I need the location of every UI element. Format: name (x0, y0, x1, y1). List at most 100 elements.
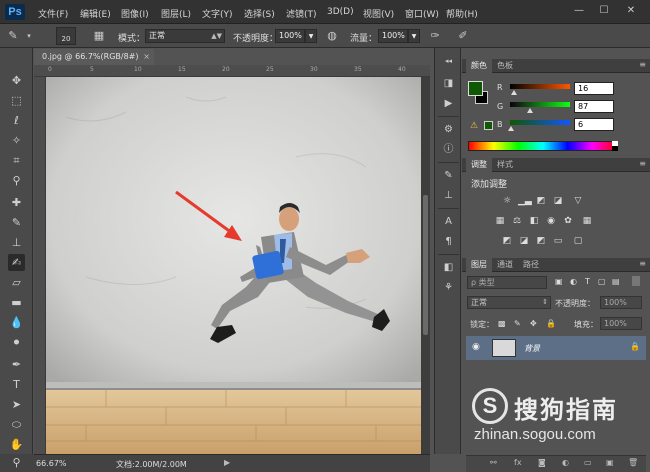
path-selection-tool-icon[interactable]: ➤ (8, 396, 25, 413)
color-lookup-icon[interactable]: ▦ (581, 216, 593, 227)
channel-r-input[interactable]: 16 (574, 82, 614, 95)
layer-filter-select[interactable]: ρ 类型 (467, 276, 547, 289)
dropdown-arrow-icon[interactable]: ▾ (22, 29, 36, 43)
brush-tool-icon[interactable]: ✎ (8, 214, 25, 231)
channel-r-knob[interactable] (510, 90, 517, 95)
menu-filter[interactable]: 滤镜(T) (286, 7, 317, 20)
pressure-size-icon[interactable]: ✐ (456, 29, 470, 43)
layer-opacity-input[interactable]: 100% (600, 296, 642, 309)
channel-g-slider[interactable] (510, 102, 570, 107)
zoom-tool-icon[interactable]: ⚲ (8, 454, 25, 471)
menu-view[interactable]: 视图(V) (363, 7, 394, 20)
selective-color-icon[interactable]: ▢ (572, 236, 584, 247)
lock-position-icon[interactable]: ✥ (530, 319, 537, 328)
opacity-dropdown[interactable]: ▼ (305, 29, 317, 43)
channel-b-slider[interactable] (510, 120, 570, 125)
flow-dropdown[interactable]: ▼ (408, 29, 420, 43)
eyedropper-tool-icon[interactable]: ⚲ (8, 172, 25, 189)
type-tool-icon[interactable]: T (8, 376, 25, 393)
brightness-contrast-icon[interactable]: ☼ (501, 196, 513, 207)
exposure-icon[interactable]: ◪ (552, 196, 564, 207)
menu-help[interactable]: 帮助(H) (446, 7, 478, 20)
zoom-level[interactable]: 66.67% (36, 459, 67, 468)
marquee-tool-icon[interactable]: ⬚ (8, 92, 25, 109)
link-layers-icon[interactable]: ⚯ (490, 458, 497, 467)
posterize-icon[interactable]: ◪ (518, 236, 530, 247)
levels-icon[interactable]: ▁▃ (518, 196, 532, 207)
gradient-map-icon[interactable]: ▭ (552, 236, 564, 247)
canvas[interactable] (46, 77, 430, 454)
tab-adjustments[interactable]: 调整 (466, 158, 492, 172)
brush-preset-icon[interactable]: ✎ (6, 29, 20, 43)
actions-panel-icon[interactable]: ▶ (441, 96, 456, 111)
menu-select[interactable]: 选择(S) (244, 7, 275, 20)
layer-name[interactable]: 背景 (524, 343, 540, 354)
channel-b-knob[interactable] (508, 126, 515, 131)
menu-image[interactable]: 图像(I) (121, 7, 149, 20)
new-adjustment-layer-icon[interactable]: ◐ (562, 458, 569, 467)
document-tab[interactable]: 0.jpg @ 66.7%(RGB/8#) × (34, 49, 154, 65)
color-balance-icon[interactable]: ⚖ (511, 216, 523, 227)
eraser-tool-icon[interactable]: ▱ (8, 274, 25, 291)
vibrance-icon[interactable]: ▽ (572, 196, 584, 207)
black-white-icon[interactable]: ◧ (528, 216, 540, 227)
panel-menu-icon[interactable]: ≡ (639, 259, 646, 268)
filter-type-icon[interactable]: T (585, 277, 590, 286)
lasso-tool-icon[interactable]: ℓ (8, 112, 25, 129)
menu-edit[interactable]: 编辑(E) (80, 7, 111, 20)
info-panel-icon[interactable]: ⚙ (441, 122, 456, 137)
tab-styles[interactable]: 样式 (492, 158, 518, 172)
hue-saturation-icon[interactable]: ▦ (494, 216, 506, 227)
photo-filter-icon[interactable]: ◉ (545, 216, 557, 227)
delete-layer-icon[interactable]: 🗑 (628, 458, 638, 467)
pressure-opacity-icon[interactable]: ◍ (325, 29, 339, 43)
fill-input[interactable]: 100% (600, 317, 642, 330)
character-panel-icon[interactable]: A (441, 214, 456, 229)
add-mask-icon[interactable]: ◙ (538, 458, 546, 467)
paths-panel-icon[interactable]: ⚘ (441, 280, 456, 295)
menu-file[interactable]: 文件(F) (38, 7, 68, 20)
channel-g-input[interactable]: 87 (574, 100, 614, 113)
foreground-color-swatch[interactable] (468, 81, 483, 96)
close-tab-icon[interactable]: × (143, 49, 150, 65)
menu-layer[interactable]: 图层(L) (161, 7, 191, 20)
tab-paths[interactable]: 路径 (518, 258, 544, 272)
mode-select[interactable]: 正常 ▲▼ (145, 29, 225, 43)
channel-mixer-icon[interactable]: ✿ (562, 216, 574, 227)
gradient-tool-icon[interactable]: ▬ (8, 294, 25, 311)
menu-3d[interactable]: 3D(D) (327, 7, 354, 17)
color-spectrum-bar[interactable] (468, 141, 618, 151)
properties-panel-icon[interactable]: ⓘ (441, 142, 456, 157)
black-white-swatch[interactable] (612, 141, 618, 151)
layer-style-icon[interactable]: fx (514, 458, 522, 467)
pen-tool-icon[interactable]: ✒ (8, 356, 25, 373)
filter-shape-icon[interactable]: ▢ (598, 277, 606, 286)
brush-panel-toggle-icon[interactable]: ▦ (92, 29, 106, 43)
blur-tool-icon[interactable]: 💧 (8, 314, 25, 331)
magic-wand-tool-icon[interactable]: ✧ (8, 132, 25, 149)
filter-pixel-icon[interactable]: ▣ (555, 277, 563, 286)
tab-layers[interactable]: 图层 (466, 258, 492, 272)
airbrush-icon[interactable]: ✑ (428, 29, 442, 43)
channel-g-knob[interactable] (527, 108, 534, 113)
history-brush-tool-icon[interactable]: ✍ (8, 254, 25, 271)
visibility-eye-icon[interactable]: ◉ (472, 342, 480, 352)
panel-menu-icon[interactable]: ≡ (639, 60, 646, 69)
status-menu-arrow-icon[interactable]: ▶ (224, 458, 230, 467)
paragraph-panel-icon[interactable]: ¶ (441, 234, 456, 249)
tab-channels[interactable]: 通道 (492, 258, 518, 272)
tab-swatches[interactable]: 色板 (492, 59, 518, 73)
scrollbar-thumb[interactable] (423, 195, 428, 335)
gamut-swatch[interactable] (484, 121, 493, 130)
filter-smart-object-icon[interactable]: ▤ (612, 277, 620, 286)
clone-source-panel-icon[interactable]: ⊥ (441, 188, 456, 203)
layer-comps-panel-icon[interactable]: ◧ (441, 260, 456, 275)
flow-input[interactable]: 100% (378, 29, 408, 43)
move-tool-icon[interactable]: ✥ (8, 72, 25, 89)
invert-icon[interactable]: ◩ (501, 236, 513, 247)
maximize-button[interactable]: ☐ (593, 3, 615, 19)
close-window-button[interactable]: ✕ (620, 3, 642, 19)
channel-r-slider[interactable] (510, 84, 570, 89)
tab-color[interactable]: 颜色 (466, 59, 492, 73)
lock-all-icon[interactable]: 🔒 (546, 319, 556, 328)
